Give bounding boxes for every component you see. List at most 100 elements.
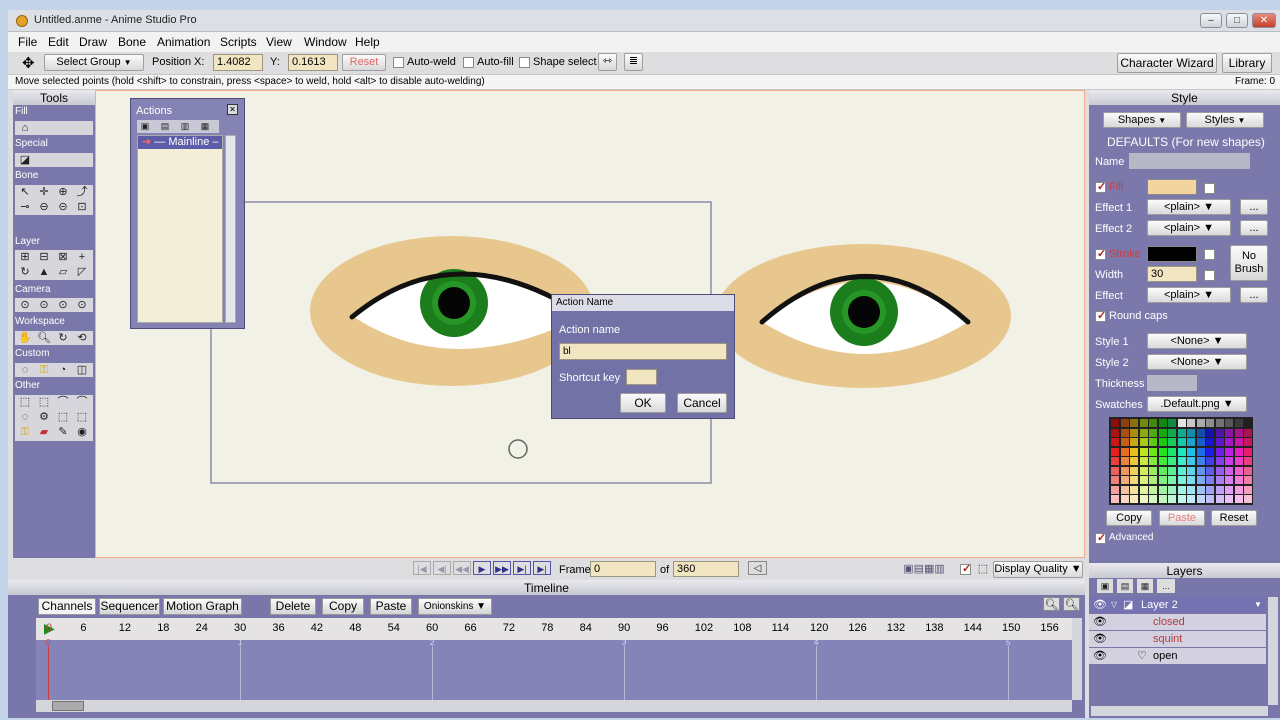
step-forward-icon[interactable]: ▶| [513, 561, 531, 575]
pan-tilt-camera-icon[interactable]: ⊙ [74, 298, 90, 312]
shape-select-checkbox[interactable] [519, 57, 530, 68]
color-swatch[interactable] [1139, 428, 1148, 437]
fill-alt-checkbox[interactable] [1204, 183, 1215, 194]
color-swatch[interactable] [1130, 438, 1138, 446]
color-swatch[interactable] [1149, 485, 1157, 494]
other-tool-2-icon[interactable]: ⬚ [36, 395, 52, 409]
duplicate-action-icon[interactable]: ▤ [157, 119, 173, 133]
color-swatch[interactable] [1158, 485, 1167, 494]
color-swatch[interactable] [1225, 447, 1233, 456]
color-swatch[interactable] [1215, 447, 1224, 456]
color-swatch[interactable] [1225, 419, 1233, 427]
color-swatch[interactable] [1149, 476, 1157, 484]
color-swatch[interactable] [1206, 495, 1214, 503]
menu-view[interactable]: View [266, 35, 292, 49]
color-swatch[interactable] [1196, 495, 1205, 503]
custom-tool-4-icon[interactable]: ◫ [74, 363, 90, 377]
color-swatch[interactable] [1177, 485, 1186, 494]
color-swatch[interactable] [1196, 476, 1205, 484]
color-swatch[interactable] [1111, 419, 1119, 427]
color-swatch[interactable] [1139, 495, 1148, 503]
other-tool-8-icon[interactable]: ⬚ [74, 410, 90, 424]
other-tool-5-icon[interactable]: ◌ [17, 410, 33, 424]
color-swatch[interactable] [1187, 495, 1195, 503]
advanced-checkbox[interactable] [1095, 531, 1106, 544]
character-wizard-button[interactable]: Character Wizard [1117, 53, 1217, 73]
color-swatch[interactable] [1149, 438, 1157, 446]
color-swatch[interactable] [1111, 447, 1119, 456]
color-swatch[interactable] [1158, 438, 1167, 446]
shortcut-key-input[interactable] [626, 369, 657, 385]
color-swatch[interactable] [1215, 495, 1224, 503]
new-layer-icon[interactable]: ▣ [1097, 579, 1113, 593]
color-swatch[interactable] [1234, 457, 1243, 465]
color-swatch[interactable] [1168, 466, 1176, 475]
color-swatch[interactable] [1187, 466, 1195, 475]
color-swatch[interactable] [1158, 419, 1167, 427]
color-swatch[interactable] [1168, 495, 1176, 503]
y-position-field[interactable]: 0.1613 [288, 54, 338, 71]
rewind-icon[interactable]: |◀ [413, 561, 431, 575]
color-swatch[interactable] [1158, 428, 1167, 437]
color-swatch[interactable] [1244, 438, 1252, 446]
flip-horizontal-icon[interactable]: ⇿ [598, 53, 617, 71]
color-swatch[interactable] [1215, 457, 1224, 465]
ok-button[interactable]: OK [620, 393, 666, 413]
color-swatch[interactable] [1130, 447, 1138, 456]
shear-layer-icon[interactable]: ▱ [55, 265, 71, 279]
actions-close-icon[interactable]: ✕ [227, 104, 238, 115]
fill-checkbox[interactable] [1095, 180, 1106, 193]
effect-options-button[interactable]: ... [1240, 287, 1268, 303]
layer-row[interactable]: 👁︎ squint [1089, 631, 1266, 647]
color-swatch[interactable] [1234, 428, 1243, 437]
translate-bone-icon[interactable]: ✛ [36, 185, 52, 199]
custom-tool-3-icon[interactable]: ◔ [55, 363, 71, 377]
flip-layer-icon[interactable]: ▲ [36, 265, 52, 279]
color-swatch[interactable] [1130, 485, 1138, 494]
color-swatch[interactable] [1206, 485, 1214, 494]
no-brush-button[interactable]: No Brush [1230, 245, 1268, 281]
origin-cross-icon[interactable]: + [74, 250, 90, 264]
actions-list-item-mainline[interactable]: ➔ — Mainline – [138, 136, 222, 149]
thickness-field[interactable] [1147, 375, 1197, 391]
color-swatch[interactable] [1111, 428, 1119, 437]
play-icon[interactable]: ▶ [473, 561, 491, 575]
style-name-field[interactable] [1129, 153, 1250, 169]
special-tool-icon[interactable]: ◪ [17, 153, 33, 167]
color-swatch[interactable] [1234, 419, 1243, 427]
color-swatch[interactable] [1168, 476, 1176, 484]
color-swatch[interactable] [1206, 457, 1214, 465]
color-swatch[interactable] [1206, 419, 1214, 427]
total-frames-field[interactable]: 360 [673, 561, 739, 577]
color-swatch[interactable] [1120, 447, 1129, 456]
zoom-icon[interactable]: 🔍︎ [36, 331, 52, 345]
manipulate-bones-icon[interactable]: ⊖ [36, 200, 52, 214]
step-back-icon[interactable]: ◀| [433, 561, 451, 575]
color-swatch[interactable] [1158, 476, 1167, 484]
color-swatch[interactable] [1139, 419, 1148, 427]
display-quality-dropdown[interactable]: Display Quality ▼ [993, 561, 1083, 578]
color-swatch[interactable] [1234, 438, 1243, 446]
tab-channels[interactable]: Channels [38, 598, 96, 615]
swatches-dropdown[interactable]: .Default.png ▼ [1147, 396, 1247, 412]
menu-scripts[interactable]: Scripts [220, 35, 257, 49]
color-swatch[interactable] [1187, 447, 1195, 456]
color-swatch[interactable] [1187, 428, 1195, 437]
color-swatch[interactable] [1111, 438, 1119, 446]
color-swatch[interactable] [1225, 457, 1233, 465]
zoom-out-icon[interactable]: 🔍︎ [1043, 597, 1060, 611]
color-swatch[interactable] [1111, 466, 1119, 475]
color-swatch[interactable] [1158, 466, 1167, 475]
hand-icon[interactable]: ✋ [17, 331, 33, 345]
bind-points-icon[interactable]: ⊡ [74, 200, 90, 214]
x-position-field[interactable]: 1.4082 [213, 54, 263, 71]
action-name-input[interactable]: bl [559, 343, 727, 360]
color-swatch[interactable] [1244, 419, 1252, 427]
effect2-dropdown[interactable]: <plain> ▼ [1147, 220, 1231, 236]
maximize-button[interactable]: □ [1226, 13, 1248, 28]
color-swatch[interactable] [1177, 419, 1186, 427]
menu-help[interactable]: Help [355, 35, 380, 49]
scale-layer-icon[interactable]: ⊠ [55, 250, 71, 264]
color-swatch[interactable] [1244, 485, 1252, 494]
end-icon[interactable]: ▶| [533, 561, 551, 575]
